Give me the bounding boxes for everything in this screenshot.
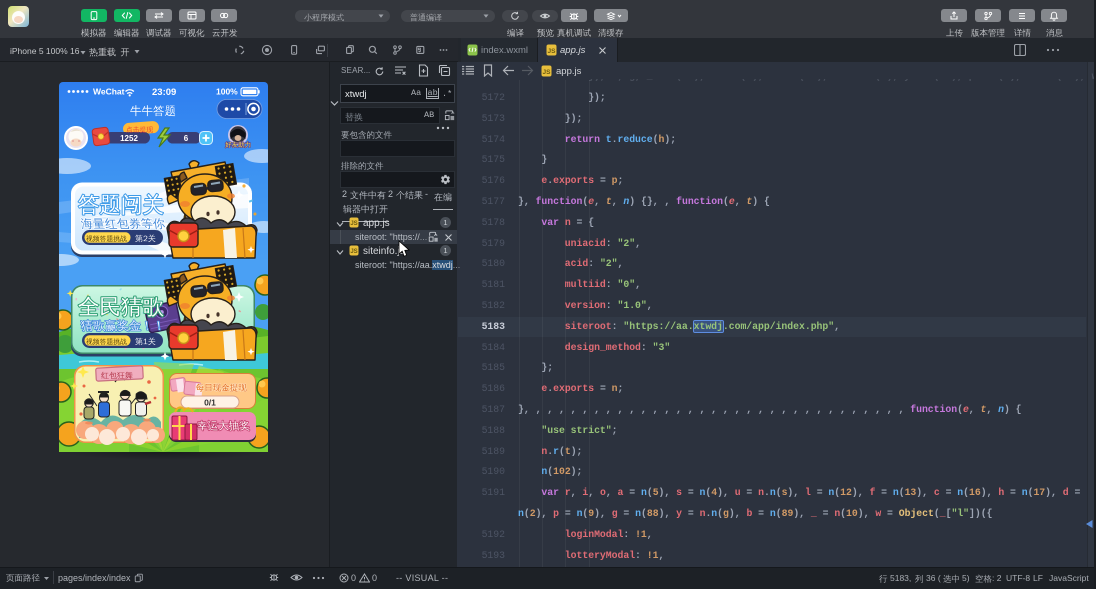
svg-text:JS: JS: [350, 221, 357, 227]
svg-text:JS: JS: [350, 249, 357, 255]
svg-text:0/1: 0/1: [204, 398, 216, 408]
svg-text:JS: JS: [543, 69, 552, 76]
svg-text:JS: JS: [548, 48, 557, 55]
